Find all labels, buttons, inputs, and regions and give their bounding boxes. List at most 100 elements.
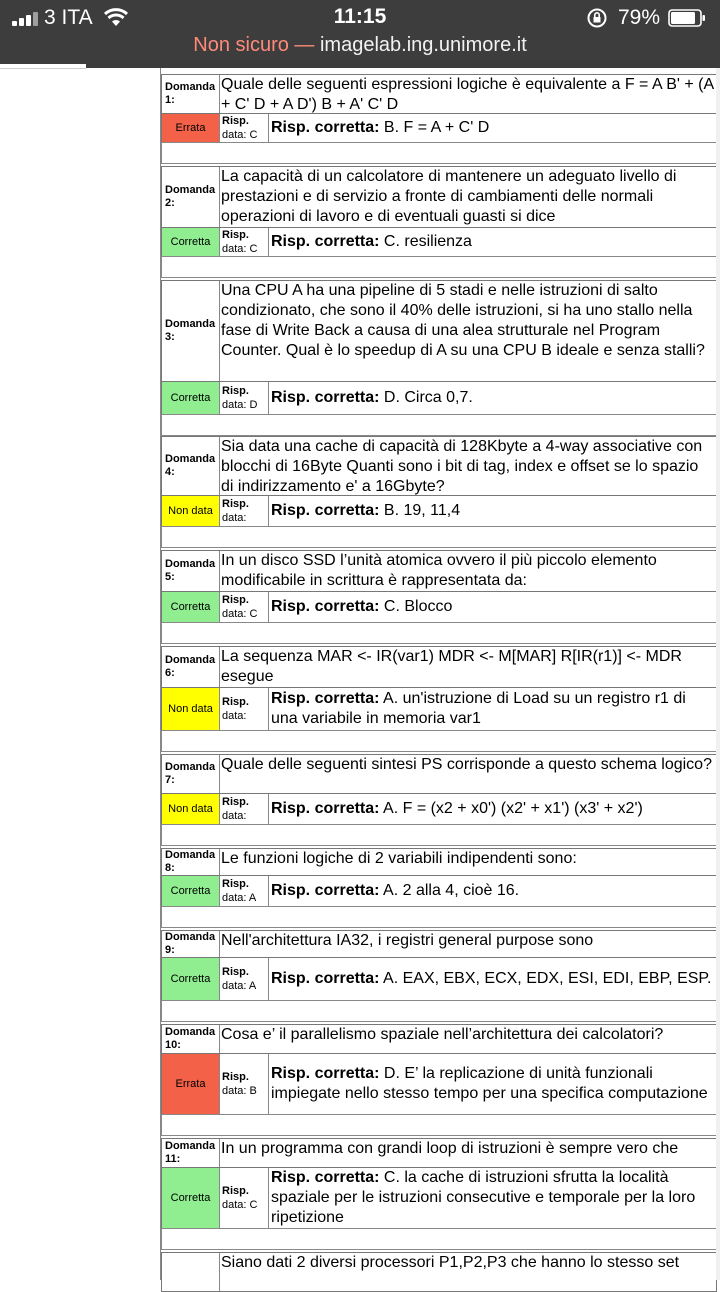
question-row: Domanda 3: Una CPU A ha una pipeline di 5… (161, 280, 717, 382)
answer-row: Corretta Risp. data: D Risp. corretta: D. C… (161, 381, 717, 415)
question-text: Siano dati 2 diversi processori P1,P2,P3… (221, 1254, 680, 1271)
correct-answer-value: D. Circa 0,7. (383, 389, 473, 406)
question-text: La sequenza MAR <- IR(var1) MDR <- M[MAR… (221, 648, 682, 685)
question-number: Domanda 10: (162, 1025, 220, 1053)
given-answer-label: Risp. (222, 594, 249, 606)
given-answer: Risp. data: A (220, 876, 269, 906)
question-text: Nell'architettura IA32, i registri gener… (221, 932, 594, 949)
question-text: Sia data una cache di capacità di 128Kby… (221, 438, 703, 495)
correct-answer: Risp. corretta: D. Circa 0,7. (269, 382, 716, 414)
given-answer: Risp. data: C (220, 228, 269, 256)
row-separator (161, 142, 717, 164)
question-row: Domanda 11: In un programma con grandi lo… (161, 1138, 717, 1168)
question-text: Quale delle seguenti sintesi PS corrispo… (221, 756, 712, 773)
question-number: Domanda 6: (162, 647, 220, 687)
question-row: Domanda 4: Sia data una cache di capacità… (161, 436, 717, 496)
given-answer: Risp. data: C (220, 1168, 269, 1228)
question-number: Domanda 2: (162, 167, 220, 227)
question-row: Siano dati 2 diversi processori P1,P2,P3… (161, 1252, 717, 1292)
page-edge (716, 68, 720, 1280)
question-row: Domanda 8: Le funzioni logiche di 2 varia… (161, 848, 717, 876)
question-number: Domanda 4: (162, 437, 220, 495)
answer-status-badge: Corretta (162, 228, 220, 256)
correct-answer-value: B. F = A + C' D (383, 119, 490, 136)
row-separator (161, 1114, 717, 1136)
given-answer-value: data: A (222, 980, 257, 992)
page-content: Domanda 1: Quale delle seguenti espressio… (0, 68, 720, 1292)
question-number: Domanda 9: (162, 931, 220, 957)
correct-answer-value: C. resilienza (383, 233, 472, 250)
answer-row: Corretta Risp. data: A Risp. corretta: A. E… (161, 957, 717, 1001)
correct-answer-label: Risp. corretta: (271, 690, 380, 707)
question-row: Domanda 2: La capacità di un calcolatore … (161, 166, 717, 228)
answer-status-badge: Corretta (162, 958, 220, 1000)
correct-answer: Risp. corretta: C. resilienza (269, 228, 716, 256)
row-separator (161, 1228, 717, 1250)
given-answer-label: Risp. (222, 966, 249, 978)
given-answer-label: Risp. (222, 229, 249, 241)
question-text: Le funzioni logiche di 2 variabili indip… (221, 850, 577, 867)
answer-row: Non data Risp. data: Risp. corretta: B. 19,… (161, 495, 717, 527)
answer-status-badge: Errata (162, 114, 220, 142)
question-number: Domanda 1: (162, 75, 220, 113)
given-answer-label: Risp. (222, 696, 249, 708)
answer-status-badge: Non data (162, 794, 220, 824)
clock: 11:15 (333, 5, 387, 28)
given-answer-label: Risp. (222, 1185, 249, 1197)
question-number: Domanda 7: (162, 755, 220, 793)
row-separator (161, 256, 717, 278)
correct-answer: Risp. corretta: C. la cache di istruzion… (269, 1168, 716, 1228)
given-answer-value: data: C (222, 243, 258, 255)
question-row: Domanda 10: Cosa e’ il parallelismo spazi… (161, 1024, 717, 1054)
not-secure-warning: Non sicuro — (193, 34, 315, 56)
correct-answer-value: B. 19, 11,4 (383, 502, 461, 519)
given-answer-value: data: C (222, 129, 258, 141)
correct-answer: Risp. corretta: A. EAX, EBX, ECX, EDX, E… (269, 958, 716, 1000)
battery-icon (668, 9, 705, 27)
given-answer: Risp. data: D (220, 382, 269, 414)
address-bar[interactable]: Non sicuro — imagelab.ing.unimore.it (0, 34, 720, 62)
row-separator (161, 526, 717, 548)
correct-answer: Risp. corretta: A. un'istruzione di Load… (269, 688, 716, 730)
row-separator (161, 414, 717, 436)
correct-answer-label: Risp. corretta: (271, 1169, 380, 1186)
given-answer-label: Risp. (222, 1071, 249, 1083)
correct-answer-value: A. F = (x2 + x0') (x2' + x1') (x3' + x2'… (383, 800, 643, 817)
correct-answer-label: Risp. corretta: (271, 970, 380, 987)
question-text: Una CPU A ha una pipeline di 5 stadi e n… (221, 282, 705, 359)
correct-answer: Risp. corretta: D. E’ la replicazione di… (269, 1054, 716, 1114)
correct-answer-value: A. 2 alla 4, cioè 16. (383, 882, 520, 899)
question-row: Domanda 7: Quale delle seguenti sintesi P… (161, 754, 717, 794)
correct-answer-label: Risp. corretta: (271, 389, 380, 406)
given-answer-value: data: (222, 512, 247, 524)
given-answer-label: Risp. (222, 498, 249, 510)
correct-answer: Risp. corretta: B. 19, 11,4 (269, 496, 716, 526)
row-separator (161, 1000, 717, 1022)
answer-status-badge: Non data (162, 496, 220, 526)
given-answer: Risp. data: C (220, 114, 269, 142)
question-text: In un programma con grandi loop di istru… (221, 1140, 679, 1157)
correct-answer-label: Risp. corretta: (271, 598, 380, 615)
given-answer-value: data: C (222, 608, 258, 620)
answer-status-badge: Corretta (162, 876, 220, 906)
row-separator (161, 622, 717, 644)
given-answer: Risp. data: A (220, 958, 269, 1000)
row-separator (161, 906, 717, 928)
given-answer: Risp. data: C (220, 592, 269, 622)
correct-answer: Risp. corretta: C. Blocco (269, 592, 716, 622)
correct-answer-label: Risp. corretta: (271, 1065, 380, 1082)
given-answer-value: data: C (222, 1199, 258, 1211)
question-text: Cosa e’ il parallelismo spaziale nell’ar… (221, 1026, 664, 1043)
correct-answer: Risp. corretta: B. F = A + C' D (269, 114, 716, 142)
given-answer-label: Risp. (222, 385, 249, 397)
browser-top-bar: 3 ITA 11:15 79% Non sicuro — imagelab.in… (0, 0, 720, 68)
question-row: Domanda 5: In un disco SSD l’unità atomic… (161, 550, 717, 592)
answer-status-badge: Non data (162, 688, 220, 730)
given-answer: Risp. data: (220, 688, 269, 730)
answer-row: Non data Risp. data: Risp. corretta: A. F =… (161, 793, 717, 825)
correct-answer-label: Risp. corretta: (271, 800, 380, 817)
correct-answer-label: Risp. corretta: (271, 502, 380, 519)
question-text: La capacità di un calcolatore di mantene… (221, 168, 677, 225)
given-answer-value: data: B (222, 1085, 257, 1097)
question-number: Domanda 8: (162, 849, 220, 875)
